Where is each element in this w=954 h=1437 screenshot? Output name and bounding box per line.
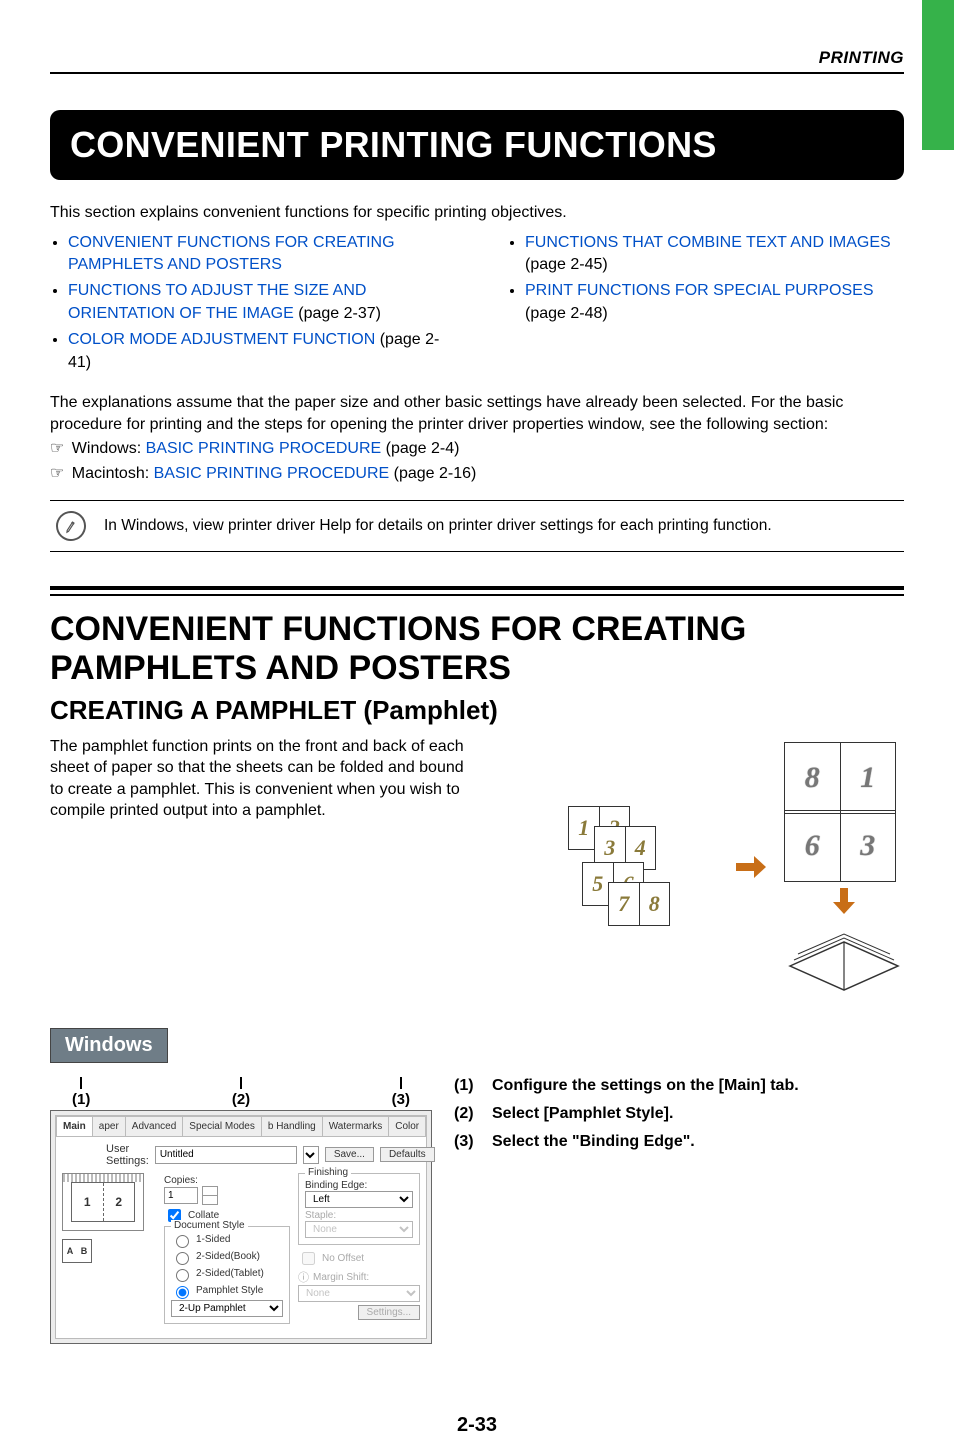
link-color-mode[interactable]: COLOR MODE ADJUSTMENT FUNCTION: [68, 331, 375, 348]
callout-row: (1) (2) (3): [50, 1077, 432, 1108]
arrow-down-icon: [835, 888, 853, 914]
tab-watermarks[interactable]: Watermarks: [322, 1116, 390, 1136]
preview-icon: 1 2: [62, 1173, 144, 1231]
settings-button: Settings...: [358, 1305, 420, 1320]
pointer-win-page: (page 2-4): [386, 440, 460, 457]
tab-advanced[interactable]: Advanced: [125, 1116, 183, 1136]
heading-pamphlets-posters: CONVENIENT FUNCTIONS FOR CREATING PAMPHL…: [50, 610, 904, 688]
binding-edge-select[interactable]: Left: [305, 1191, 413, 1208]
spread-page: 3: [841, 811, 896, 881]
step-num-3: (3): [454, 1133, 482, 1151]
orient-a: A: [67, 1246, 74, 1256]
radio-2sided-tablet[interactable]: [176, 1269, 189, 1282]
step-text-3: Select the "Binding Edge".: [492, 1133, 695, 1151]
note-text: In Windows, view printer driver Help for…: [104, 517, 772, 535]
sheet-num: 7: [609, 883, 640, 925]
note-box: In Windows, view printer driver Help for…: [50, 500, 904, 552]
intro-text: This section explains convenient functio…: [50, 202, 904, 224]
pamphlet-description: The pamphlet function prints on the fron…: [50, 736, 470, 992]
accent-stripe: [922, 0, 954, 150]
radio-1sided[interactable]: [176, 1235, 189, 1248]
orientation-icon: A B: [62, 1239, 92, 1263]
user-settings-dropdown[interactable]: [303, 1146, 319, 1164]
user-settings-label: User Settings:: [106, 1143, 149, 1167]
page-number: 2-33: [50, 1414, 904, 1437]
opt-2tablet: 2-Sided(Tablet): [196, 1268, 264, 1279]
save-button[interactable]: Save...: [325, 1147, 374, 1162]
no-offset-checkbox: [302, 1252, 315, 1265]
no-offset-label: No Offset: [322, 1253, 364, 1264]
copies-label: Copies:: [164, 1175, 290, 1186]
pamphlet-diagram: 1 2 3 4 5 6 7 8: [498, 736, 904, 992]
step-text-2: Select [Pamphlet Style].: [492, 1105, 673, 1123]
finishing-legend: Finishing: [305, 1167, 351, 1178]
tab-bar: Main aper Advanced Special Modes b Handl…: [56, 1116, 426, 1137]
step-num-1: (1): [454, 1077, 482, 1095]
callout-3: (3): [392, 1091, 410, 1108]
defaults-button[interactable]: Defaults: [380, 1147, 435, 1162]
pointer-win-prefix: Windows:: [72, 440, 146, 457]
pointer-icon: ☞: [50, 440, 63, 457]
sheet-num: 8: [640, 883, 670, 925]
spread-mid: 6 3: [784, 810, 896, 882]
link-column-right: FUNCTIONS THAT COMBINE TEXT AND IMAGES (…: [507, 232, 904, 378]
link-pamphlets-posters[interactable]: CONVENIENT FUNCTIONS FOR CREATING PAMPHL…: [68, 234, 395, 273]
step-num-2: (2): [454, 1105, 482, 1123]
os-badge-windows: Windows: [50, 1028, 168, 1063]
link-suffix: (page 2-48): [525, 305, 608, 322]
link-column-left: CONVENIENT FUNCTIONS FOR CREATING PAMPHL…: [50, 232, 447, 378]
user-settings-input[interactable]: [155, 1146, 297, 1164]
tab-color[interactable]: Color: [388, 1116, 426, 1136]
binding-edge-label: Binding Edge:: [305, 1180, 413, 1191]
callout-1: (1): [72, 1091, 90, 1108]
spinner-icon[interactable]: [202, 1186, 218, 1205]
pointer-icon: ☞: [50, 465, 63, 482]
link-basic-printing-win[interactable]: BASIC PRINTING PROCEDURE: [146, 440, 382, 457]
preview-page-1: 1: [72, 1183, 104, 1221]
margin-shift-label: Margin Shift:: [313, 1272, 369, 1283]
page-title: CONVENIENT PRINTING FUNCTIONS: [50, 110, 904, 180]
link-text-images[interactable]: FUNCTIONS THAT COMBINE TEXT AND IMAGES: [525, 234, 891, 251]
pointer-mac-page: (page 2-16): [394, 465, 477, 482]
spread-page: 1: [841, 743, 896, 813]
printer-driver-dialog: Main aper Advanced Special Modes b Handl…: [50, 1110, 432, 1344]
staple-label: Staple:: [305, 1210, 413, 1221]
pamphlet-type-select[interactable]: 2-Up Pamphlet: [171, 1300, 283, 1317]
margin-shift-select: None: [298, 1285, 420, 1302]
booklet-icon: [784, 920, 904, 992]
tab-job-handling[interactable]: b Handling: [261, 1116, 323, 1136]
link-suffix: (page 2-45): [525, 256, 608, 273]
radio-pamphlet-style[interactable]: [176, 1286, 189, 1299]
step-text-1: Configure the settings on the [Main] tab…: [492, 1077, 799, 1095]
tab-main[interactable]: Main: [56, 1116, 93, 1136]
section-divider: [50, 586, 904, 596]
link-basic-printing-mac[interactable]: BASIC PRINTING PROCEDURE: [154, 465, 390, 482]
opt-1sided: 1-Sided: [196, 1234, 230, 1245]
pencil-icon: [53, 509, 89, 545]
opt-2book: 2-Sided(Book): [196, 1251, 260, 1262]
link-suffix: (page 2-37): [294, 305, 381, 322]
doc-style-legend: Document Style: [171, 1220, 248, 1231]
preview-page-2: 2: [104, 1183, 135, 1221]
opt-pamphlet: Pamphlet Style: [196, 1285, 263, 1296]
section-label: PRINTING: [819, 48, 904, 68]
link-special-purposes[interactable]: PRINT FUNCTIONS FOR SPECIAL PURPOSES: [525, 282, 874, 299]
pointer-mac-prefix: Macintosh:: [72, 465, 154, 482]
explanation-text: The explanations assume that the paper s…: [50, 392, 904, 437]
heading-creating-pamphlet: CREATING A PAMPHLET (Pamphlet): [50, 695, 904, 726]
copies-input[interactable]: [164, 1187, 198, 1204]
spread-page: 6: [785, 811, 841, 881]
radio-2sided-book[interactable]: [176, 1252, 189, 1265]
spread-top: 8 1: [784, 742, 896, 814]
header-rule: PRINTING: [50, 72, 904, 74]
info-icon: ⓘ: [298, 1269, 309, 1285]
staple-select: None: [305, 1221, 413, 1238]
tab-special-modes[interactable]: Special Modes: [182, 1116, 262, 1136]
callout-2: (2): [232, 1091, 250, 1108]
spread-page: 8: [785, 743, 841, 813]
arrow-right-icon: [736, 858, 766, 876]
tab-paper[interactable]: aper: [92, 1116, 126, 1136]
orient-b: B: [81, 1246, 88, 1256]
